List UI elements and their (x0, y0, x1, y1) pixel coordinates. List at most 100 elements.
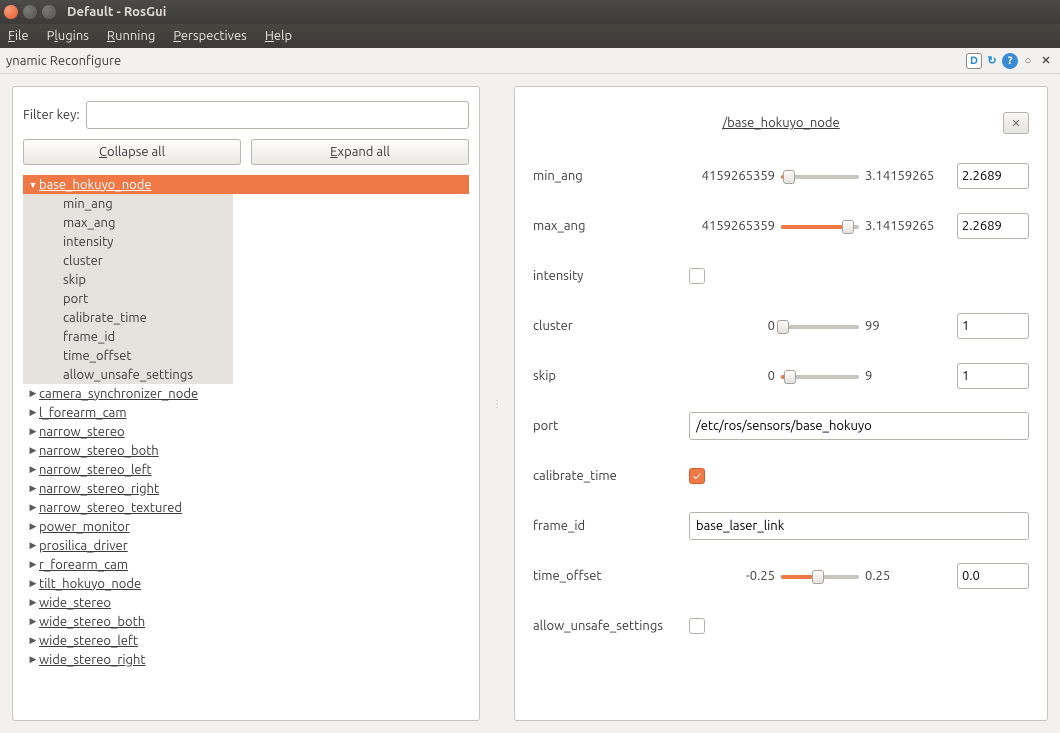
tree-node[interactable]: ▶l_forearm_cam (23, 403, 469, 422)
param-max: 3.14159265 (865, 169, 951, 183)
param-label: frame_id (533, 519, 683, 533)
tree-leaf[interactable]: max_ang (23, 213, 233, 232)
expand-all-button[interactable]: Expand all (251, 139, 469, 165)
param-max: 9 (865, 369, 951, 383)
tree-node[interactable]: ▶wide_stereo_left (23, 631, 469, 650)
tree-leaf[interactable]: min_ang (23, 194, 233, 213)
tree-node[interactable]: ▶tilt_hokuyo_node (23, 574, 469, 593)
tree-node[interactable]: ▶narrow_stereo_left (23, 460, 469, 479)
dock-icon[interactable]: D (966, 53, 982, 69)
tree-leaf[interactable]: intensity (23, 232, 233, 251)
param-checkbox[interactable] (689, 618, 705, 634)
param-value-input[interactable] (957, 363, 1029, 389)
tree-leaf[interactable]: skip (23, 270, 233, 289)
button-row: Collapse all Expand all (23, 139, 469, 165)
param-checkbox[interactable] (689, 468, 705, 484)
tree-node[interactable]: ▶r_forearm_cam (23, 555, 469, 574)
param-slider[interactable] (781, 222, 859, 230)
tree-leaf[interactable]: cluster (23, 251, 233, 270)
main-content: Filter key: Collapse all Expand all ▼bas… (0, 74, 1060, 733)
param-slider[interactable] (781, 172, 859, 180)
plugin-header: ynamic Reconfigure D ↻ ? ○ ✕ (0, 48, 1060, 74)
filter-label: Filter key: (23, 108, 80, 122)
tree-node-selected[interactable]: ▼base_hokuyo_node (23, 175, 469, 194)
window-maximize-button[interactable] (42, 5, 56, 19)
menu-file[interactable]: File (8, 29, 29, 43)
titlebar: Default - RosGui (0, 0, 1060, 24)
param-min: 4159265359 (689, 169, 775, 183)
node-tree[interactable]: ▼base_hokuyo_nodemin_angmax_angintensity… (23, 175, 469, 706)
param-row-port: port (533, 401, 1029, 451)
reload-icon[interactable]: ↻ (984, 53, 1000, 69)
menu-perspectives[interactable]: Perspectives (173, 29, 246, 43)
param-slider[interactable] (781, 372, 859, 380)
param-panel: /base_hokuyo_node ✕ min_ang 4159265359 3.1… (514, 86, 1048, 721)
param-row-min_ang: min_ang 4159265359 3.14159265 (533, 151, 1029, 201)
param-row-calibrate_time: calibrate_time (533, 451, 1029, 501)
tree-node[interactable]: ▶camera_synchronizer_node (23, 384, 469, 403)
tree-node[interactable]: ▶wide_stereo_both (23, 612, 469, 631)
tree-node[interactable]: ▶power_monitor (23, 517, 469, 536)
param-slider[interactable] (781, 572, 859, 580)
tree-node[interactable]: ▶narrow_stereo_right (23, 479, 469, 498)
tree-node[interactable]: ▶prosilica_driver (23, 536, 469, 555)
param-node-name: /base_hokuyo_node (722, 116, 839, 130)
param-slider[interactable] (781, 322, 859, 330)
param-min: 4159265359 (689, 219, 775, 233)
plugin-title: ynamic Reconfigure (6, 54, 121, 68)
help-icon[interactable]: ? (1002, 53, 1018, 69)
param-max: 99 (865, 319, 951, 333)
param-label: min_ang (533, 169, 683, 183)
param-min: 0 (689, 369, 775, 383)
window-close-button[interactable] (4, 5, 18, 19)
param-label: cluster (533, 319, 683, 333)
param-max: 0.25 (865, 569, 951, 583)
tree-leaf[interactable]: time_offset (23, 346, 233, 365)
tree-node[interactable]: ▶narrow_stereo_textured (23, 498, 469, 517)
plugin-header-actions: D ↻ ? ○ ✕ (966, 53, 1054, 69)
param-max: 3.14159265 (865, 219, 951, 233)
param-label: port (533, 419, 683, 433)
param-value-input[interactable] (957, 213, 1029, 239)
param-label: calibrate_time (533, 469, 683, 483)
tree-node[interactable]: ▶wide_stereo (23, 593, 469, 612)
param-text-input[interactable] (689, 412, 1029, 440)
param-label: allow_unsafe_settings (533, 619, 683, 633)
param-text-input[interactable] (689, 512, 1029, 540)
tree-node[interactable]: ▶narrow_stereo_both (23, 441, 469, 460)
param-value-input[interactable] (957, 163, 1029, 189)
close-plugin-icon[interactable]: ✕ (1038, 53, 1054, 69)
tree-leaf[interactable]: allow_unsafe_settings (23, 365, 233, 384)
menu-help[interactable]: Help (265, 29, 292, 43)
param-header: /base_hokuyo_node ✕ (533, 101, 1029, 145)
param-row-intensity: intensity (533, 251, 1029, 301)
node-tree-panel: Filter key: Collapse all Expand all ▼bas… (12, 86, 480, 721)
tree-node[interactable]: ▶wide_stereo_right (23, 650, 469, 669)
menubar: File Plugins Running Perspectives Help (0, 24, 1060, 48)
tree-leaf[interactable]: frame_id (23, 327, 233, 346)
param-min: 0 (689, 319, 775, 333)
window-title: Default - RosGui (67, 5, 166, 19)
filter-row: Filter key: (23, 101, 469, 129)
param-value-input[interactable] (957, 563, 1029, 589)
menu-plugins[interactable]: Plugins (47, 29, 89, 43)
pane-divider[interactable]: ⋮ (492, 86, 502, 721)
param-row-time_offset: time_offset-0.250.25 (533, 551, 1029, 601)
tree-leaf[interactable]: calibrate_time (23, 308, 233, 327)
window-minimize-button[interactable] (23, 5, 37, 19)
param-row-max_ang: max_ang 4159265359 3.14159265 (533, 201, 1029, 251)
settings-icon[interactable]: ○ (1020, 53, 1036, 69)
param-row-allow_unsafe_settings: allow_unsafe_settings (533, 601, 1029, 651)
menu-running[interactable]: Running (107, 29, 155, 43)
filter-input[interactable] (86, 101, 469, 129)
tree-node[interactable]: ▶narrow_stereo (23, 422, 469, 441)
param-label: skip (533, 369, 683, 383)
collapse-all-button[interactable]: Collapse all (23, 139, 241, 165)
param-label: max_ang (533, 219, 683, 233)
param-row-frame_id: frame_id (533, 501, 1029, 551)
param-value-input[interactable] (957, 313, 1029, 339)
param-checkbox[interactable] (689, 268, 705, 284)
close-params-button[interactable]: ✕ (1003, 112, 1029, 134)
tree-leaf[interactable]: port (23, 289, 233, 308)
param-row-cluster: cluster 0 99 (533, 301, 1029, 351)
